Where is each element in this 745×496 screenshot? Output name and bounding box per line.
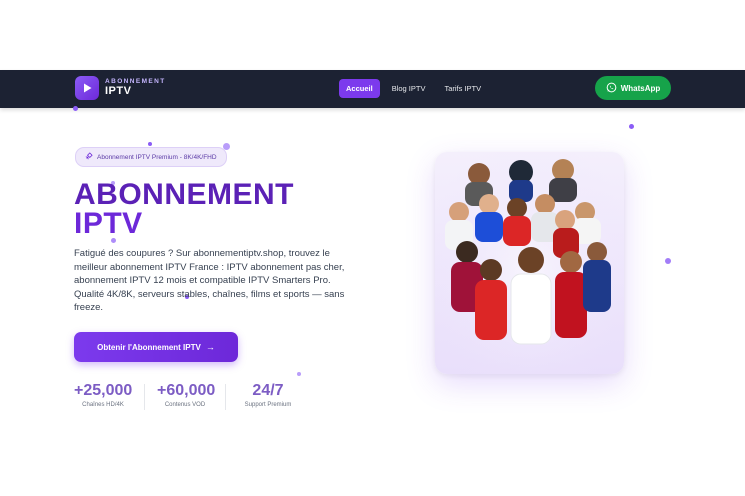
decor-dot <box>297 372 301 376</box>
stat-vod: +60,000 Contenus VOD <box>157 382 216 410</box>
hero-title: ABONNEMENT IPTV <box>74 178 294 240</box>
badge-text: Abonnement IPTV Premium - 8K/4K/FHD <box>97 153 217 161</box>
hero-title-line1: ABONNEMENT <box>74 178 294 211</box>
stat-value: +60,000 <box>157 382 216 399</box>
hero-title-line2: IPTV <box>74 207 143 240</box>
decor-dot <box>73 106 78 111</box>
satellite-icon <box>85 152 97 162</box>
nav-link-tarifs[interactable]: Tarifs IPTV <box>437 79 488 98</box>
get-subscription-button[interactable]: Obtenir l'Abonnement IPTV → <box>74 332 238 362</box>
stats-row: +25,000 Chaînes HD/4K +60,000 Contenus V… <box>74 382 298 410</box>
whatsapp-label: WhatsApp <box>620 83 661 93</box>
stat-value: 24/7 <box>252 382 284 399</box>
hero-image-card <box>435 152 624 374</box>
logo-text: ABONNEMENT IPTV <box>105 78 166 98</box>
hero-description: Fatigué des coupures ? Sur abonnementipt… <box>74 248 345 313</box>
stat-channels: +25,000 Chaînes HD/4K <box>74 382 132 410</box>
site-logo[interactable]: ABONNEMENT IPTV <box>75 76 166 100</box>
logo-bottom-text: IPTV <box>105 85 132 98</box>
play-icon <box>75 76 99 100</box>
whatsapp-button[interactable]: WhatsApp <box>595 76 671 100</box>
decor-dot <box>665 258 671 264</box>
nav-link-accueil[interactable]: Accueil <box>339 79 380 98</box>
decor-dot <box>629 124 634 129</box>
nav-link-blog[interactable]: Blog IPTV <box>385 79 433 98</box>
stat-divider <box>144 384 145 410</box>
premium-badge: Abonnement IPTV Premium - 8K/4K/FHD <box>75 147 227 167</box>
navbar: ABONNEMENT IPTV Accueil Blog IPTV Tarifs… <box>0 70 745 108</box>
cta-label: Obtenir l'Abonnement IPTV <box>97 342 201 352</box>
football-players-image <box>435 152 624 374</box>
stat-divider <box>225 384 226 410</box>
stat-label: Chaînes HD/4K <box>82 402 124 408</box>
whatsapp-icon <box>606 82 621 95</box>
nav-links: Accueil Blog IPTV Tarifs IPTV <box>339 79 493 98</box>
stat-value: +25,000 <box>74 382 133 399</box>
stat-label: Contenus VOD <box>164 402 206 408</box>
stat-label: Support Premium <box>244 402 292 408</box>
stat-support: 24/7 Support Premium <box>238 382 298 410</box>
arrow-right-icon: → <box>205 342 215 352</box>
decor-dot <box>148 142 152 146</box>
